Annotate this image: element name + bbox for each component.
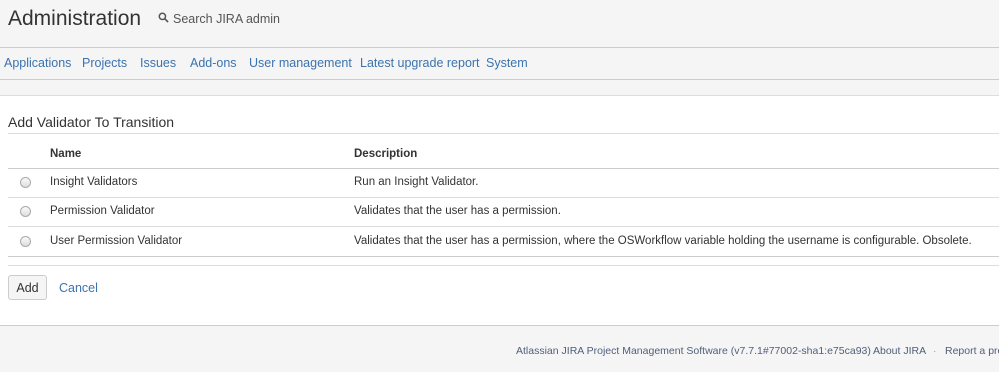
cancel-link[interactable]: Cancel <box>59 281 98 295</box>
nav-system[interactable]: System <box>486 56 528 70</box>
validator-name: Permission Validator <box>50 205 155 217</box>
row-divider <box>8 197 999 198</box>
page-band <box>0 80 999 96</box>
validator-name: Insight Validators <box>50 176 138 188</box>
column-header-name: Name <box>50 148 82 160</box>
validator-description: Validates that the user has a permission… <box>354 235 972 247</box>
validator-radio[interactable] <box>20 206 31 217</box>
nav-projects[interactable]: Projects <box>82 56 127 70</box>
validator-description: Run an Insight Validator. <box>354 176 479 188</box>
search-admin[interactable]: Search JIRA admin <box>158 11 280 27</box>
main-content: Add Validator To Transition Name Descrip… <box>0 97 999 325</box>
nav-latest-upgrade-report[interactable]: Latest upgrade report <box>360 56 480 70</box>
footer-report-link[interactable]: Report a pro <box>945 345 999 357</box>
footer-separator: · <box>861 345 865 357</box>
nav-user-management[interactable]: User management <box>249 56 352 70</box>
nav-issues[interactable]: Issues <box>140 56 176 70</box>
form-divider <box>8 265 999 266</box>
footer-about-link[interactable]: About JIRA <box>873 345 926 357</box>
footer-version: Atlassian JIRA Project Management Softwa… <box>516 345 871 357</box>
nav-add-ons[interactable]: Add-ons <box>190 56 237 70</box>
admin-nav: Applications Projects Issues Add-ons Use… <box>0 48 999 80</box>
title-divider <box>8 133 999 134</box>
header-divider <box>8 168 999 169</box>
validator-description: Validates that the user has a permission… <box>354 205 561 217</box>
validator-radio[interactable] <box>20 177 31 188</box>
table-bottom-border <box>8 256 999 257</box>
section-title: Add Validator To Transition <box>8 114 175 130</box>
footer: Atlassian JIRA Project Management Softwa… <box>0 325 999 372</box>
search-icon <box>158 12 173 26</box>
validator-radio[interactable] <box>20 236 31 247</box>
nav-applications[interactable]: Applications <box>4 56 71 70</box>
search-input[interactable]: Search JIRA admin <box>173 12 280 26</box>
page-title: Administration <box>8 7 142 30</box>
admin-header: Administration Search JIRA admin <box>0 0 999 48</box>
column-header-description: Description <box>354 148 418 160</box>
footer-separator: · <box>933 345 937 357</box>
add-button[interactable]: Add <box>8 275 47 300</box>
validator-name: User Permission Validator <box>50 235 183 247</box>
row-divider <box>8 226 999 227</box>
